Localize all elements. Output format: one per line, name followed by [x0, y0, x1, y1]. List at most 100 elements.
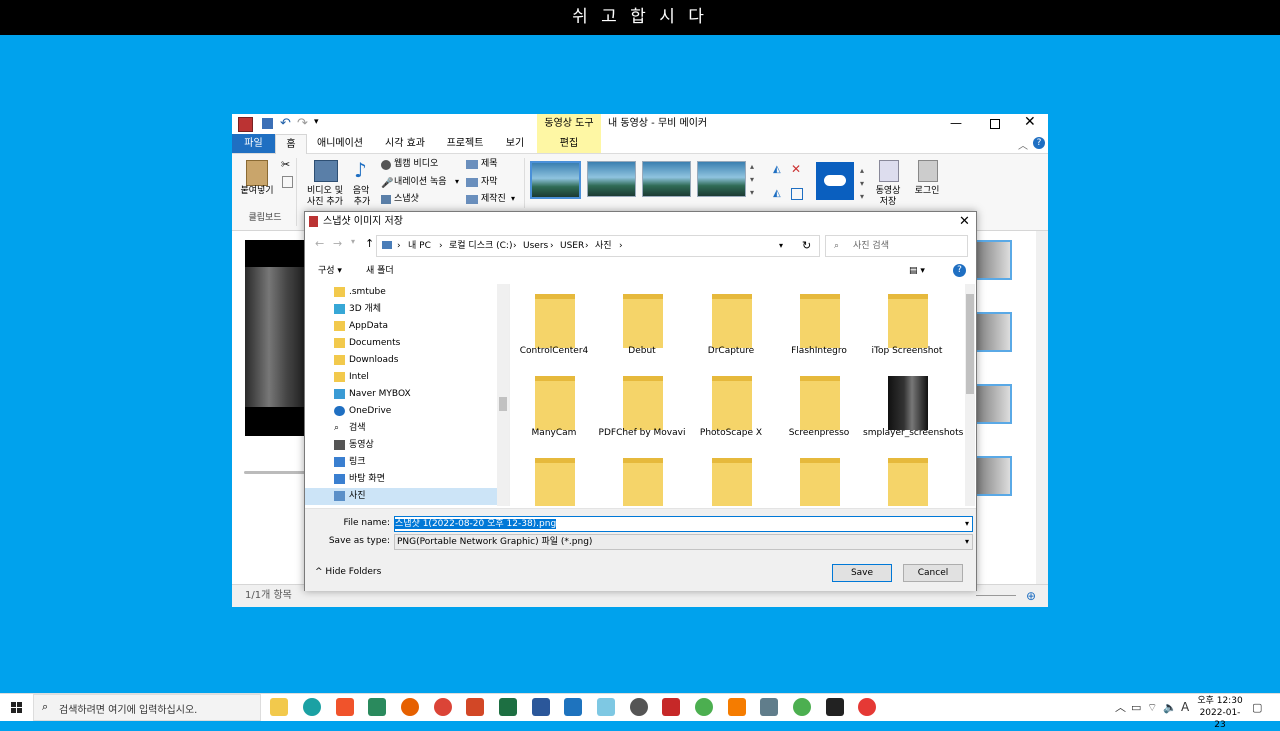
snapshot-label[interactable]: 스냅샷: [394, 194, 419, 205]
forward-icon[interactable]: →: [333, 237, 342, 250]
nav-item[interactable]: Downloads: [334, 352, 398, 369]
chrome-alt-icon[interactable]: [793, 698, 811, 716]
title-icon[interactable]: [466, 160, 478, 169]
powerpoint-icon[interactable]: [466, 698, 484, 716]
seek-slider[interactable]: [244, 471, 306, 474]
onedrive-icon[interactable]: [816, 162, 854, 200]
tab-animation[interactable]: 애니메이션: [310, 134, 370, 153]
volume-icon[interactable]: 🔈: [1163, 694, 1177, 721]
theme-thumb-4[interactable]: [697, 161, 746, 197]
calculator-icon[interactable]: [760, 698, 778, 716]
paste-icon[interactable]: [246, 160, 268, 186]
nav-item[interactable]: 동영상: [334, 437, 374, 454]
breadcrumb-local-disk[interactable]: 로컬 디스크 (C:): [449, 236, 512, 256]
tab-home[interactable]: 홈: [275, 134, 307, 154]
add-video-photo-label-1[interactable]: 비디오 및: [302, 186, 348, 197]
breadcrumb-users[interactable]: Users: [523, 236, 548, 256]
chrome-icon[interactable]: [434, 698, 452, 716]
close-icon[interactable]: ✕: [1024, 114, 1036, 130]
breadcrumb-this-pc[interactable]: 내 PC: [408, 236, 431, 256]
nav-item[interactable]: Intel: [334, 369, 369, 386]
paste-label[interactable]: 붙여넣기: [236, 186, 278, 197]
back-icon[interactable]: ←: [315, 237, 324, 250]
credits-label[interactable]: 제작진: [481, 194, 506, 205]
theme-thumb-2[interactable]: [587, 161, 636, 197]
tray-overflow-icon[interactable]: ︿: [1115, 694, 1126, 721]
file-list-scrollbar[interactable]: [965, 284, 975, 506]
folder-item[interactable]: [775, 448, 863, 506]
folder-item[interactable]: PhotoScape X: [687, 366, 775, 446]
dialog-close-icon[interactable]: ✕: [959, 212, 970, 232]
add-video-photo-label-2[interactable]: 사진 추가: [302, 197, 348, 208]
folder-item[interactable]: FlashIntegro: [775, 284, 863, 364]
cut-icon[interactable]: ✂: [281, 158, 290, 171]
undo-icon[interactable]: ↶: [280, 117, 293, 130]
folder-item[interactable]: [863, 448, 951, 506]
tab-view[interactable]: 보기: [498, 134, 532, 153]
folder-item[interactable]: PDFChef by Movavi: [598, 366, 686, 446]
narration-icon[interactable]: 🎤: [381, 178, 393, 189]
save-as-type-select[interactable]: PNG(Portable Network Graphic) 파일 (*.png)…: [394, 534, 973, 550]
up-icon[interactable]: ↑: [365, 237, 374, 250]
start-icon[interactable]: [11, 702, 23, 714]
maximize-icon[interactable]: [990, 119, 1000, 129]
save-movie-label-2[interactable]: 저장: [870, 197, 906, 208]
folder-item[interactable]: DrCapture: [687, 284, 775, 364]
refresh-icon[interactable]: ↻: [802, 236, 811, 256]
add-music-icon[interactable]: ♪: [354, 158, 367, 182]
snipping-tool-icon[interactable]: [630, 698, 648, 716]
record-narration-label[interactable]: 내레이션 녹음: [394, 177, 447, 188]
folder-item[interactable]: Debut: [598, 284, 686, 364]
title-label[interactable]: 제목: [481, 159, 498, 170]
nav-item[interactable]: .smtube: [334, 284, 386, 301]
webcam-video-label[interactable]: 웹캠 비디오: [394, 159, 438, 170]
collapse-ribbon-icon[interactable]: ︿: [1018, 137, 1028, 152]
network-icon[interactable]: ⌔: [1147, 694, 1157, 721]
theme-scroll-icon[interactable]: ▴ ▾ ▾: [750, 160, 754, 199]
save-button[interactable]: Save: [832, 564, 892, 582]
folder-item[interactable]: ManyCam: [510, 366, 598, 446]
nav-item-selected[interactable]: 사진: [305, 488, 497, 505]
folder-item[interactable]: [598, 448, 686, 506]
folder-item[interactable]: ControlCenter4: [510, 284, 598, 364]
caption-label[interactable]: 자막: [481, 177, 498, 188]
theme-thumb-3[interactable]: [642, 161, 691, 197]
edge-icon[interactable]: [303, 698, 321, 716]
ime-indicator[interactable]: A: [1181, 694, 1189, 721]
nav-item[interactable]: Documents: [334, 335, 400, 352]
webcam-icon[interactable]: [381, 160, 391, 170]
recent-locations-icon[interactable]: ▾: [351, 237, 355, 246]
customize-qa-icon[interactable]: ▾: [314, 117, 327, 130]
nav-item[interactable]: OneDrive: [334, 403, 391, 420]
address-dropdown-icon[interactable]: ▾: [779, 236, 783, 256]
dialog-help-icon[interactable]: ?: [953, 264, 966, 277]
hide-folders-button[interactable]: ^ Hide Folders: [315, 567, 381, 577]
folder-item[interactable]: Screenpresso: [775, 366, 863, 446]
screen-app-icon[interactable]: [597, 698, 615, 716]
folder-item[interactable]: smplayer_screenshots: [863, 366, 963, 446]
vlc-icon[interactable]: [728, 698, 746, 716]
nav-item[interactable]: 바탕 화면: [334, 471, 385, 488]
breadcrumb-pictures[interactable]: 사진: [595, 236, 612, 256]
zoom-in-icon[interactable]: ⊕: [1026, 585, 1036, 607]
snapshot-icon[interactable]: [381, 195, 391, 204]
new-folder-button[interactable]: 새 폴더: [366, 260, 394, 282]
minimize-icon[interactable]: —: [950, 116, 962, 130]
search-input[interactable]: ⌕ 사진 검색: [825, 235, 968, 257]
excel-icon[interactable]: [499, 698, 517, 716]
remove-icon[interactable]: ✕: [791, 162, 801, 176]
tab-project[interactable]: 프로젝트: [439, 134, 491, 153]
credits-icon[interactable]: [466, 195, 478, 204]
firefox-icon[interactable]: [401, 698, 419, 716]
nav-item[interactable]: AppData: [334, 318, 388, 335]
app-icon-dark[interactable]: [826, 698, 844, 716]
add-video-photo-icon[interactable]: [314, 160, 338, 182]
login-icon[interactable]: [918, 160, 938, 182]
file-explorer-icon[interactable]: [270, 698, 288, 716]
tab-file[interactable]: 파일: [232, 134, 275, 153]
taskbar-search-box[interactable]: ⌕ 검색하려면 여기에 입력하십시오.: [33, 694, 261, 721]
brave-icon[interactable]: [336, 698, 354, 716]
rotate-right-icon[interactable]: ◭: [773, 188, 781, 199]
login-label[interactable]: 로그인: [910, 186, 944, 197]
help-icon[interactable]: ?: [1033, 137, 1045, 149]
